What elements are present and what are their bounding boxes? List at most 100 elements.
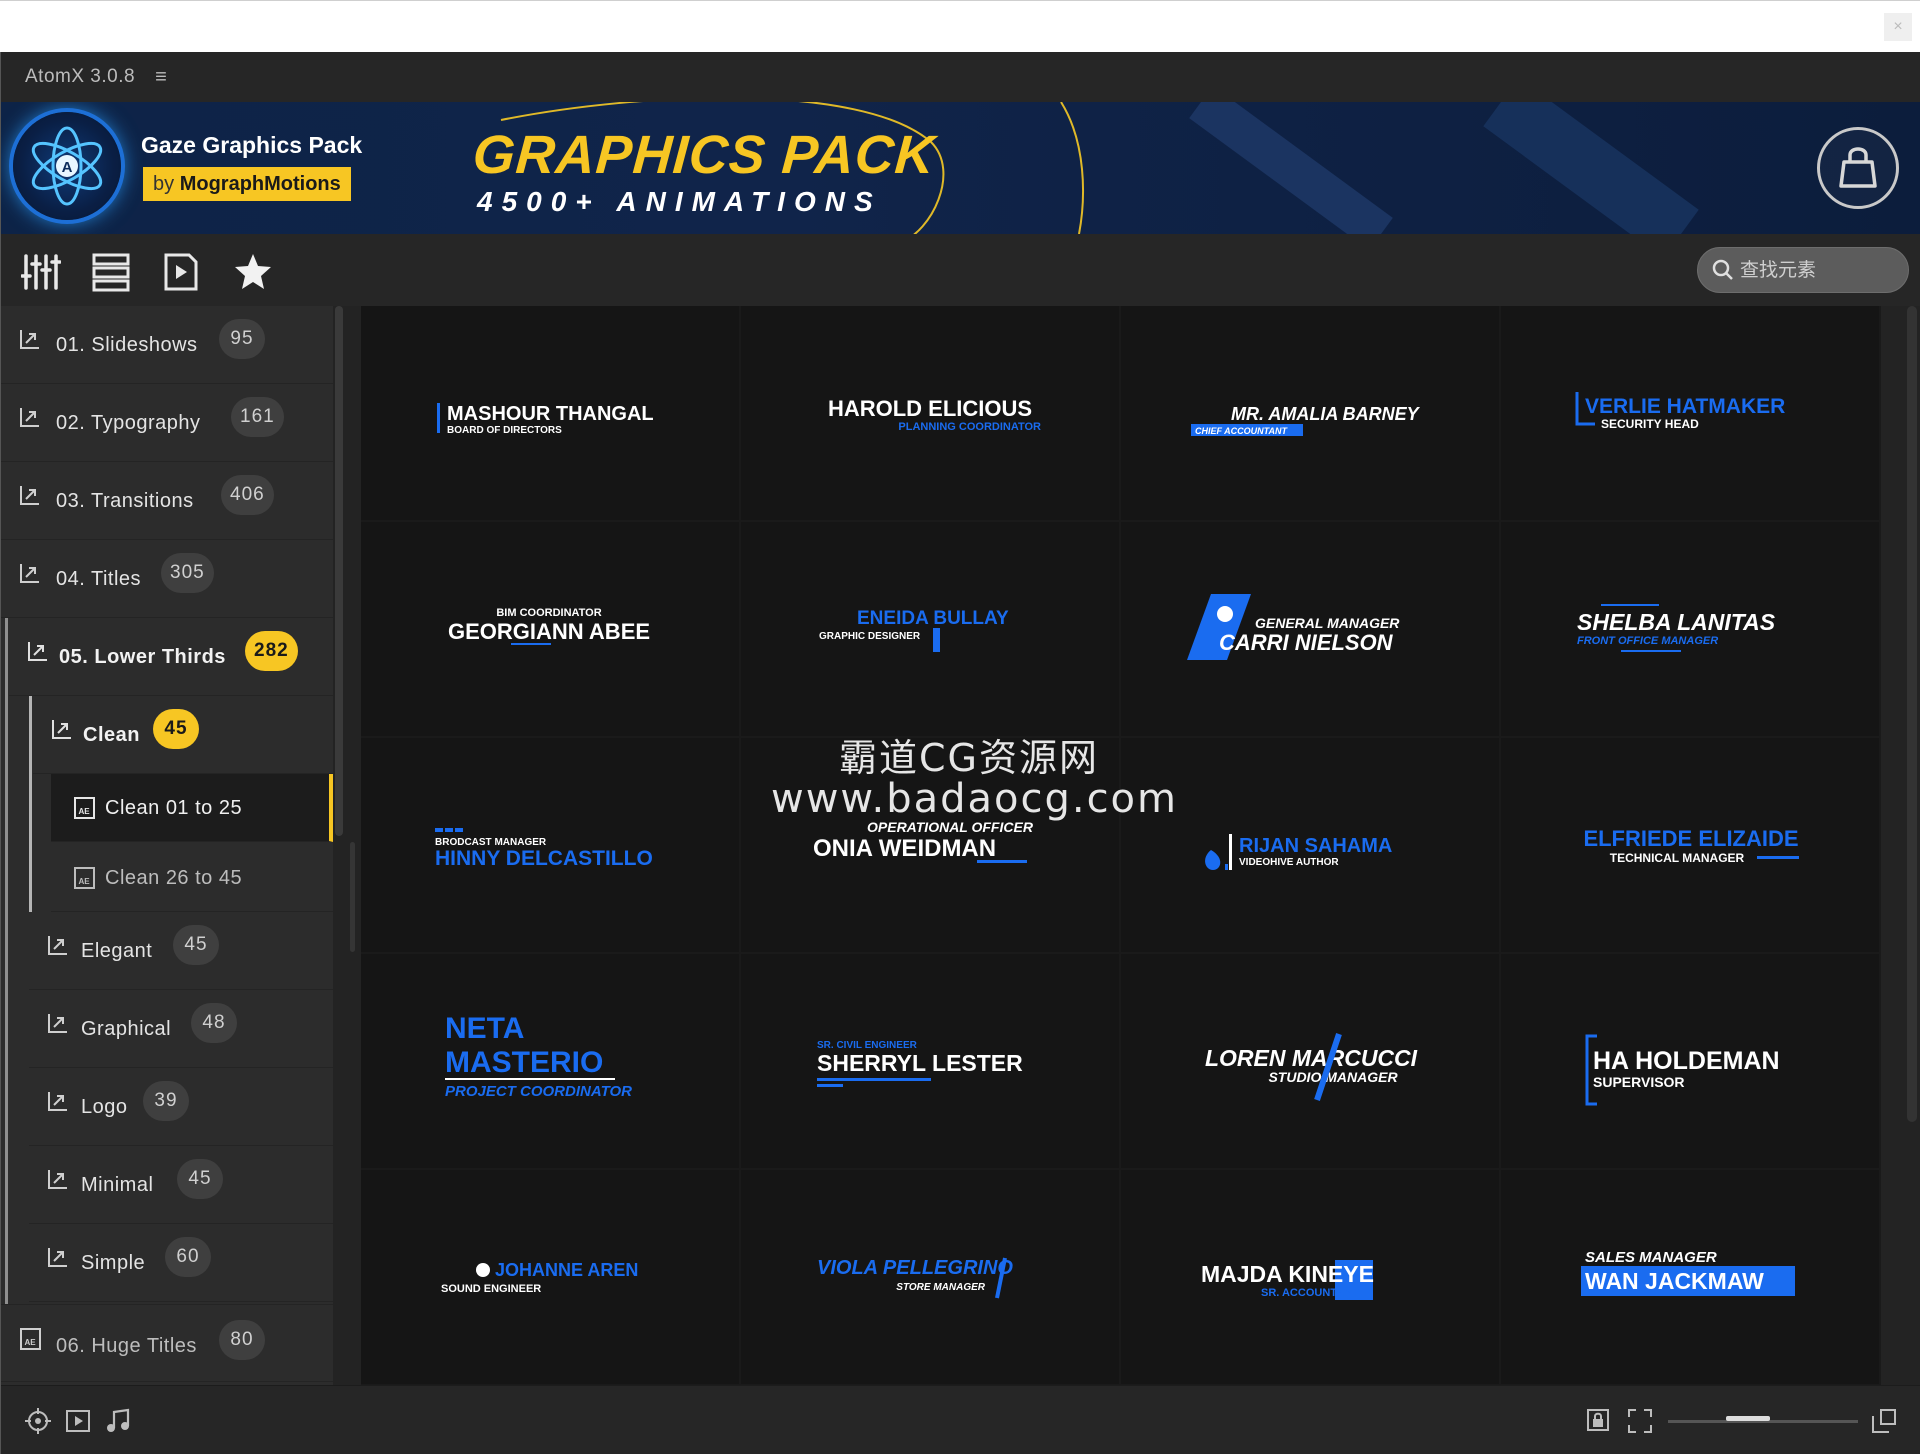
preset-thumbnail[interactable]: MAJDA KINEYE SR. ACCOUNTANT [1121, 1170, 1499, 1384]
preset-thumbnail[interactable]: MASHOUR THANGAL BOARD OF DIRECTORS [361, 306, 739, 520]
lower-third-name: HINNY DELCASTILLO [435, 847, 653, 870]
sidebar-item-label: 06. Huge Titles [56, 1335, 197, 1357]
search-input[interactable] [1738, 256, 1898, 284]
preset-thumbnail[interactable]: BIM COORDINATOR GEORGIANN ABEE [361, 522, 739, 736]
ae-file-icon: AE [74, 867, 95, 889]
preset-thumbnail[interactable]: ENEIDA BULLAY GRAPHIC DESIGNER [741, 522, 1119, 736]
atomx-logo: A [13, 112, 121, 220]
sidebar-scrollbar[interactable] [335, 306, 343, 836]
sidebar-item-clean[interactable]: Clean 45 [33, 696, 333, 774]
lock-icon[interactable] [1586, 1408, 1610, 1432]
sidebar-item-typography[interactable]: 02. Typography 161 [1, 384, 333, 462]
sidebar-item-transitions[interactable]: 03. Transitions 406 [1, 462, 333, 540]
search-box[interactable] [1697, 247, 1909, 293]
lower-third-role: SOUND ENGINEER [441, 1283, 541, 1295]
preset-thumbnail[interactable]: GENERAL MANAGER CARRI NIELSON [1121, 522, 1499, 736]
app-titlebar: AtomX 3.0.8 ≡ [1, 52, 1920, 102]
preset-thumbnail[interactable]: LOREN MARCUCCI STUDIO MANAGER [1121, 954, 1499, 1168]
sidebar-item-logo[interactable]: Logo 39 [29, 1068, 333, 1146]
sidebar-item-label: Clean 26 to 45 [105, 867, 243, 889]
sidebar-item-label: 03. Transitions [56, 490, 194, 512]
sliders-icon[interactable] [20, 252, 62, 292]
sidebar-item-huge-titles[interactable]: AE 06. Huge Titles 80 [1, 1304, 333, 1382]
sidebar-item-elegant[interactable]: Elegant 45 [29, 912, 333, 990]
zoom-slider-thumb[interactable] [1726, 1416, 1770, 1421]
expand-icon[interactable] [1871, 1408, 1897, 1434]
folder-link-icon [28, 642, 47, 661]
lower-third-name: HAROLD ELICIOUS [828, 396, 1032, 421]
lower-third-name: MAJDA KINEYE [1201, 1261, 1374, 1287]
lower-third-role: SR. ACCOUNTANT [1261, 1287, 1359, 1299]
watermark-line-1: 霸道CG资源网 [839, 736, 1099, 780]
window-close-button[interactable]: × [1884, 13, 1912, 41]
folder-link-icon [48, 1014, 67, 1033]
count-badge: 282 [245, 631, 298, 671]
lower-third-name: NETA [445, 1012, 524, 1045]
preset-thumbnail[interactable]: SR. CIVIL ENGINEER SHERRYL LESTER [741, 954, 1119, 1168]
sidebar-item-label: Minimal [81, 1174, 154, 1196]
folder-link-icon [48, 1170, 67, 1189]
preset-thumbnail[interactable]: NETA MASTERIO PROJECT COORDINATOR [361, 954, 739, 1168]
list-icon[interactable] [91, 252, 131, 292]
lower-third-name: ONIA WEIDMAN [813, 835, 996, 862]
sidebar-item-graphical[interactable]: Graphical 48 [29, 990, 333, 1068]
svg-text:A: A [62, 159, 73, 176]
lower-third-role: BOARD OF DIRECTORS [447, 425, 562, 436]
count-badge: 45 [153, 709, 199, 749]
star-icon[interactable] [233, 252, 273, 292]
lower-third-name: VIOLA PELLEGRINO [817, 1257, 1013, 1279]
target-icon[interactable] [25, 1408, 51, 1434]
app-title: AtomX 3.0.8 [25, 66, 136, 87]
pack-author-tag: by MographMotions [143, 167, 351, 201]
grid-scrollbar[interactable] [1907, 306, 1917, 1122]
folder-link-icon [48, 936, 67, 955]
bottom-bar [1, 1385, 1920, 1454]
preset-thumbnail[interactable]: VERLIE HATMAKER SECURITY HEAD [1501, 306, 1879, 520]
play-file-icon[interactable] [161, 252, 201, 292]
gutter-scrollbar[interactable] [350, 842, 355, 952]
shop-bag-button[interactable] [1817, 127, 1899, 209]
preset-thumbnail[interactable]: VIOLA PELLEGRINO STORE MANAGER [741, 1170, 1119, 1384]
lower-third-name: JOHANNE AREN [495, 1260, 638, 1280]
toolbar [1, 234, 1920, 306]
sidebar-item-clean-01-25[interactable]: AE Clean 01 to 25 [51, 774, 333, 842]
lower-third-role: PLANNING COORDINATOR [898, 421, 1041, 433]
lower-third-name: CARRI NIELSON [1219, 630, 1394, 655]
category-sidebar: 01. Slideshows 95 02. Typography 161 03.… [1, 306, 333, 1385]
sidebar-item-titles[interactable]: 04. Titles 305 [1, 540, 333, 618]
lower-third-name: SHELBA LANITAS [1577, 609, 1776, 635]
music-icon[interactable] [105, 1408, 131, 1434]
lower-third-name-2: MASTERIO [445, 1046, 603, 1079]
lower-third-role: GENERAL MANAGER [1255, 615, 1400, 631]
sidebar-item-label: 04. Titles [56, 568, 142, 590]
video-icon[interactable] [65, 1408, 91, 1434]
preset-thumbnail[interactable]: HAROLD ELICIOUS PLANNING COORDINATOR [741, 306, 1119, 520]
preset-thumbnail[interactable]: JOHANNE AREN SOUND ENGINEER [361, 1170, 739, 1384]
lower-third-name: SHERRYL LESTER [817, 1050, 1023, 1076]
preset-thumbnail[interactable]: BRODCAST MANAGER HINNY DELCASTILLO [361, 738, 739, 952]
preset-thumbnail[interactable]: HA HOLDEMAN SUPERVISOR [1501, 954, 1879, 1168]
promo-banner[interactable]: A Gaze Graphics Pack by MographMotions G… [1, 102, 1920, 234]
lower-third-name: ENEIDA BULLAY [857, 608, 1009, 629]
sidebar-item-clean-26-45[interactable]: AE Clean 26 to 45 [51, 842, 333, 912]
sidebar-item-minimal[interactable]: Minimal 45 [29, 1146, 333, 1224]
sidebar-item-lower-thirds[interactable]: 05. Lower Thirds 282 [9, 618, 333, 696]
preset-thumbnail[interactable]: RIJAN SAHAMA VIDEOHIVE AUTHOR [1121, 738, 1499, 952]
lower-third-name: LOREN MARCUCCI [1205, 1045, 1418, 1071]
preset-thumbnail[interactable]: MR. AMALIA BARNEY CHIEF ACCOUNTANT [1121, 306, 1499, 520]
preset-thumbnail[interactable]: SALES MANAGER WAN JACKMAW [1501, 1170, 1879, 1384]
lower-third-role: VIDEOHIVE AUTHOR [1239, 857, 1339, 868]
count-badge: 60 [165, 1237, 211, 1277]
lower-third-name: GEORGIANN ABEE [448, 619, 650, 644]
sidebar-item-simple[interactable]: Simple 60 [29, 1224, 333, 1302]
count-badge: 161 [231, 397, 284, 437]
preset-thumbnail[interactable]: ELFRIEDE ELIZAIDE TECHNICAL MANAGER [1501, 738, 1879, 952]
preset-thumbnail[interactable]: SHELBA LANITAS FRONT OFFICE MANAGER [1501, 522, 1879, 736]
sidebar-item-slideshows[interactable]: 01. Slideshows 95 [1, 306, 333, 384]
hamburger-menu-icon[interactable]: ≡ [155, 66, 167, 89]
svg-text:AE: AE [78, 877, 90, 886]
lower-third-name: MASHOUR THANGAL [447, 403, 654, 425]
sidebar-item-label: Clean 01 to 25 [105, 797, 243, 819]
lower-third-name: ELFRIEDE ELIZAIDE [1583, 826, 1798, 851]
fit-icon[interactable] [1627, 1408, 1653, 1434]
